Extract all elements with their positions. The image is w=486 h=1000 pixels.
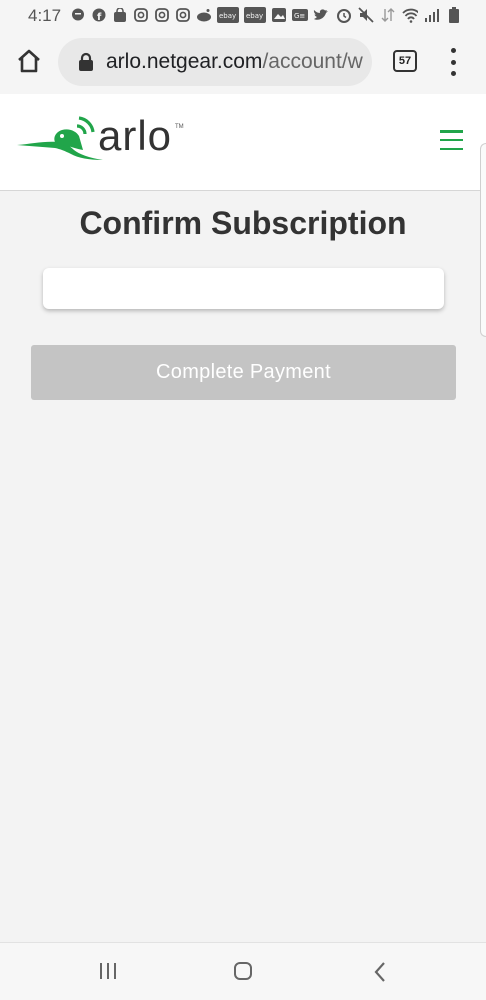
news-icon: G≡ [292, 7, 308, 23]
battery-icon [446, 7, 462, 23]
back-icon[interactable] [371, 961, 389, 983]
instagram-icon [154, 7, 170, 23]
url-bar[interactable]: arlo.netgear.com/account/w [58, 38, 372, 86]
svg-text:ebay: ebay [246, 12, 263, 20]
home-icon[interactable] [14, 46, 44, 76]
browser-toolbar: arlo.netgear.com/account/w 57 [0, 30, 486, 94]
svg-text:f: f [97, 12, 102, 22]
svg-text:ebay: ebay [219, 12, 236, 20]
instagram-icon [133, 7, 149, 23]
instagram-icon [175, 7, 191, 23]
url-host: arlo.netgear.com [106, 50, 263, 73]
status-bar: 4:17 f ebay ebay G≡ [0, 0, 486, 30]
browser-menu-icon[interactable] [446, 48, 460, 76]
recent-apps-icon[interactable] [98, 962, 118, 980]
brand-wordmark: arlo [98, 112, 173, 159]
notification-icons: f ebay ebay G≡ [70, 7, 329, 23]
system-nav-bar [0, 942, 486, 1000]
hamburger-menu-icon[interactable] [440, 130, 463, 150]
status-time: 4:17 [28, 6, 62, 25]
shopping-bag-icon [112, 7, 128, 23]
wifi-icon [402, 7, 418, 23]
trademark-mark: TM [175, 124, 184, 130]
svg-text:G≡: G≡ [294, 12, 305, 20]
data-icon [380, 7, 396, 23]
tab-switcher-button[interactable]: 57 [393, 50, 417, 72]
signal-icon [424, 7, 440, 23]
site-header: arlo TM [0, 94, 486, 191]
complete-payment-button[interactable]: Complete Payment [31, 345, 456, 400]
ebay-icon: ebay [217, 7, 239, 23]
alarm-icon [336, 7, 352, 23]
ebay-icon: ebay [244, 7, 266, 23]
lock-icon [79, 52, 93, 71]
facebook-icon: f [91, 7, 107, 23]
gallery-icon [271, 7, 287, 23]
twitter-icon [313, 7, 329, 23]
page-title: Confirm Subscription [79, 205, 407, 241]
url-path: /account/w [262, 50, 363, 73]
mute-icon [358, 7, 374, 23]
messenger-icon [70, 7, 86, 23]
payment-frame[interactable] [43, 268, 444, 309]
url-text[interactable]: arlo.netgear.com/account/w [106, 50, 363, 74]
reddit-icon [196, 7, 212, 23]
home-nav-icon[interactable] [233, 961, 253, 981]
system-icons [336, 7, 462, 23]
